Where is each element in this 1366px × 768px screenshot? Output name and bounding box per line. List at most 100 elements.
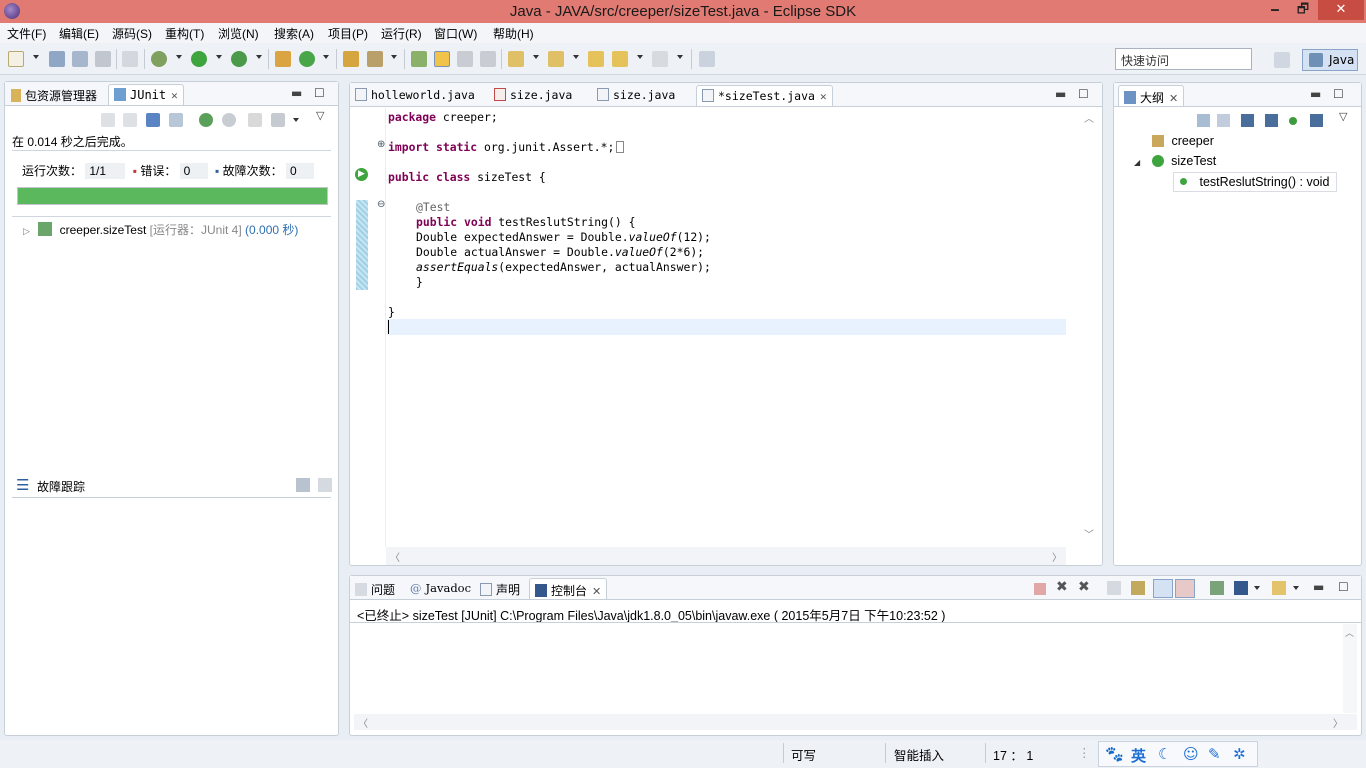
- block-selection-icon[interactable]: [457, 51, 473, 67]
- new-icon[interactable]: [8, 51, 24, 67]
- menu-run[interactable]: 运行(R): [381, 25, 422, 42]
- save-all-icon[interactable]: [72, 51, 88, 67]
- tab-javadoc[interactable]: @ Javadoc: [410, 578, 471, 599]
- scroll-left-icon[interactable]: 〈: [358, 715, 368, 730]
- scroll-right-icon[interactable]: 〉: [1052, 549, 1062, 564]
- skip-breakpoints-icon[interactable]: [122, 51, 138, 67]
- filter-stack-icon[interactable]: [296, 478, 310, 492]
- previous-failure-icon[interactable]: [123, 113, 137, 127]
- open-console-icon[interactable]: [1272, 581, 1286, 595]
- tab-size-java-2[interactable]: size.java: [597, 85, 675, 106]
- forward-icon[interactable]: [652, 51, 668, 67]
- collapse-arrow-icon[interactable]: ◢: [1134, 158, 1140, 167]
- close-icon[interactable]: ✕: [592, 585, 601, 598]
- console-vertical-scrollbar[interactable]: ︿: [1343, 624, 1357, 713]
- ime-emoji-icon[interactable]: ☺: [1183, 745, 1199, 763]
- back-icon[interactable]: [612, 51, 628, 67]
- display-console-icon[interactable]: [1234, 581, 1248, 595]
- outline-class[interactable]: ◢ sizeTest: [1134, 154, 1216, 168]
- view-menu-icon[interactable]: ▽: [1339, 110, 1347, 123]
- ime-half-width-icon[interactable]: ☾: [1158, 745, 1171, 763]
- maximize-button[interactable]: 🗗: [1290, 0, 1316, 20]
- ime-language-toggle[interactable]: 英: [1131, 745, 1146, 766]
- close-icon[interactable]: ✕: [171, 89, 178, 102]
- next-annotation-icon[interactable]: [508, 51, 524, 67]
- close-icon[interactable]: ✕: [820, 90, 827, 103]
- tab-problems[interactable]: 问题: [355, 578, 395, 599]
- run-dropdown-icon[interactable]: [216, 55, 222, 59]
- menu-help[interactable]: 帮助(H): [493, 25, 534, 42]
- hide-local-types-icon[interactable]: [1310, 114, 1323, 127]
- tab-junit[interactable]: JUnit ✕: [108, 84, 184, 105]
- menu-file[interactable]: 文件(F): [7, 25, 46, 42]
- terminate-icon[interactable]: [1034, 583, 1046, 595]
- run-class-marker-icon[interactable]: ▶: [355, 168, 368, 181]
- scroll-right-icon[interactable]: 〉: [1333, 715, 1343, 730]
- tab-declaration[interactable]: 声明: [480, 578, 520, 599]
- show-on-stdout-icon[interactable]: [1153, 579, 1173, 598]
- debug-dropdown-icon[interactable]: [176, 55, 182, 59]
- menu-refactor[interactable]: 重构(T): [165, 25, 204, 42]
- menu-project[interactable]: 项目(P): [328, 25, 368, 42]
- forward-dropdown-icon[interactable]: [677, 55, 683, 59]
- expand-import-icon[interactable]: ⊕: [377, 139, 385, 150]
- toggle-mark-occurrences-icon[interactable]: [411, 51, 427, 67]
- editor-gutter[interactable]: ⊕ ▶ ⊖: [350, 108, 386, 547]
- menu-window[interactable]: 窗口(W): [434, 25, 477, 42]
- next-failure-icon[interactable]: [101, 113, 115, 127]
- console-output[interactable]: [350, 624, 1341, 713]
- collapse-all-icon[interactable]: [1197, 114, 1210, 127]
- tab-console[interactable]: 控制台 ✕: [529, 578, 608, 599]
- hide-static-icon[interactable]: [1265, 114, 1278, 127]
- scroll-up-icon[interactable]: ︿: [1084, 110, 1094, 125]
- pin-console-icon[interactable]: [1210, 581, 1224, 595]
- toggle-highlight-icon[interactable]: [434, 51, 450, 67]
- back-dropdown-icon[interactable]: [637, 55, 643, 59]
- display-console-dropdown-icon[interactable]: [1254, 586, 1260, 590]
- next-annotation-dropdown-icon[interactable]: [533, 55, 539, 59]
- rerun-test-icon[interactable]: [199, 113, 213, 127]
- hide-non-public-icon[interactable]: [1289, 117, 1297, 125]
- scroll-left-icon[interactable]: 〈: [390, 549, 400, 564]
- remove-all-launches-icon[interactable]: ✖: [1078, 579, 1090, 595]
- run-icon[interactable]: [191, 51, 207, 67]
- menu-navigate[interactable]: 浏览(N): [218, 25, 259, 42]
- scroll-lock-icon[interactable]: [1131, 581, 1145, 595]
- scroll-lock-icon[interactable]: [169, 113, 183, 127]
- folded-marker-icon[interactable]: [616, 141, 625, 153]
- history-dropdown-icon[interactable]: [293, 118, 299, 122]
- new-class-icon[interactable]: [299, 51, 315, 67]
- debug-icon[interactable]: [151, 51, 167, 67]
- open-type-icon[interactable]: [343, 51, 359, 67]
- hide-fields-icon[interactable]: [1241, 114, 1254, 127]
- close-icon[interactable]: ✕: [1169, 92, 1178, 105]
- scroll-up-icon[interactable]: ︿: [1345, 626, 1354, 639]
- minimize-view-icon[interactable]: ▬: [291, 86, 302, 100]
- menu-search[interactable]: 搜索(A): [274, 25, 314, 42]
- new-class-dropdown-icon[interactable]: [323, 55, 329, 59]
- pin-editor-icon[interactable]: [699, 51, 715, 67]
- show-failures-only-icon[interactable]: [146, 113, 160, 127]
- sort-icon[interactable]: [1217, 114, 1230, 127]
- quick-access-input[interactable]: 快速访问: [1115, 48, 1252, 70]
- maximize-editor-icon[interactable]: ☐: [1078, 87, 1089, 101]
- search-tool-icon[interactable]: [367, 51, 383, 67]
- editor-vertical-scrollbar[interactable]: ︿ ﹀: [1066, 108, 1102, 547]
- scroll-down-icon[interactable]: ﹀: [1084, 526, 1094, 541]
- tab-package-explorer[interactable]: 包资源管理器: [11, 84, 97, 105]
- stop-test-icon[interactable]: [248, 113, 262, 127]
- close-button[interactable]: ✕: [1318, 0, 1364, 20]
- outline-package[interactable]: creeper: [1152, 134, 1214, 148]
- search-dropdown-icon[interactable]: [391, 55, 397, 59]
- show-whitespace-icon[interactable]: [480, 51, 496, 67]
- minimize-outline-icon[interactable]: ▬: [1310, 87, 1321, 101]
- outline-method[interactable]: testReslutString() : void: [1173, 172, 1337, 192]
- tab-outline[interactable]: 大纲 ✕: [1118, 85, 1185, 106]
- show-on-stderr-icon[interactable]: [1175, 579, 1195, 598]
- expand-arrow-icon[interactable]: ▷: [23, 226, 30, 236]
- console-horizontal-scrollbar[interactable]: 〈 〉: [354, 714, 1357, 730]
- tab-sizetest-java[interactable]: *sizeTest.java ✕: [696, 85, 833, 106]
- last-edit-icon[interactable]: [588, 51, 604, 67]
- minimize-console-icon[interactable]: ▬: [1313, 580, 1324, 594]
- ime-handwrite-icon[interactable]: ✎: [1208, 745, 1221, 763]
